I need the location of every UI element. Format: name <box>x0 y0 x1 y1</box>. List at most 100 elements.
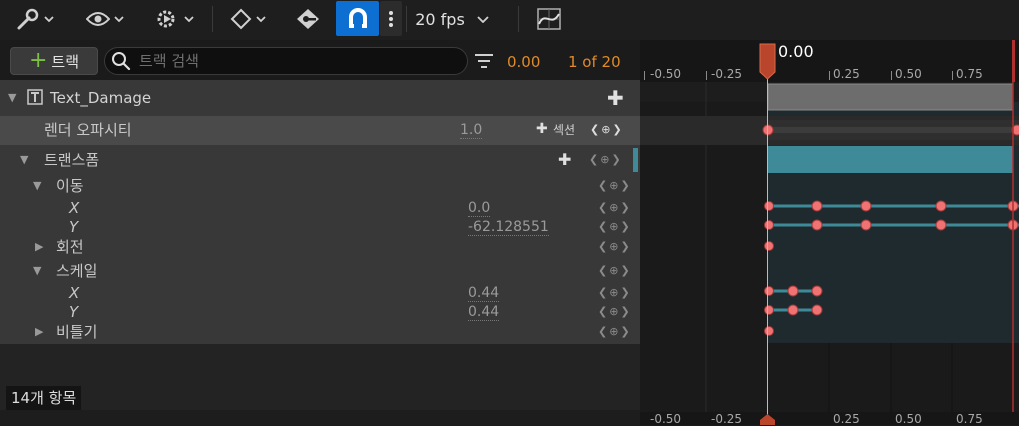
track-label: 트랜스폼 <box>44 151 100 169</box>
chevron-down-icon <box>114 16 124 23</box>
track-tree: ▼ Text_Damage ✚ 렌더 오파시티 1.0 ✚ 섹션 ❮ ⊕ ❯ ▼ 트… <box>0 80 640 344</box>
transform-section-bar <box>768 146 1013 173</box>
timeline-canvas <box>640 40 1019 425</box>
expand-triangle-icon[interactable]: ▼ <box>20 150 28 170</box>
key-nav-controls[interactable]: ❮ ⊕ ❯ <box>589 154 621 166</box>
timeline-area[interactable] <box>640 40 1019 425</box>
frame-rate-dropdown[interactable]: 20 fps <box>412 0 492 38</box>
add-icon[interactable]: ✚ <box>607 88 624 108</box>
add-track-label: 트랙 <box>51 52 80 71</box>
expand-triangle-icon[interactable]: ▶ <box>35 322 43 342</box>
plus-icon: + <box>28 48 48 73</box>
tick-label: -0.50 <box>650 412 682 426</box>
translation-x-value[interactable]: 0.0 <box>468 200 491 217</box>
key-nav-controls[interactable]: ❮ ⊕ ❯ <box>598 241 630 253</box>
search-icon <box>112 52 131 71</box>
add-section-icon[interactable]: ✚ <box>536 119 548 139</box>
wrench-icon <box>17 8 39 30</box>
key-nav-controls[interactable]: ❮ ⊕ ❯ <box>598 221 630 233</box>
track-row-shear[interactable]: ▶ 비틀기 ❮ ⊕ ❯ <box>0 322 640 342</box>
root-section-bar <box>767 83 1014 111</box>
add-section-label[interactable]: 섹션 <box>553 120 575 140</box>
fps-label: 20 fps <box>415 9 465 29</box>
sequencer-toolbar: 20 fps <box>0 0 1019 40</box>
track-row-rotation[interactable]: ▶ 회전 ❮ ⊕ ❯ <box>0 237 640 257</box>
tick-label: 0.50 <box>895 412 922 426</box>
tick <box>706 71 707 80</box>
key-nav-controls[interactable]: ❮ ⊕ ❯ <box>598 306 630 318</box>
track-row-scale-y[interactable]: Y 0.44 ❮ ⊕ ❯ <box>0 302 640 322</box>
chevron-down-icon <box>44 16 54 23</box>
expand-triangle-icon[interactable]: ▼ <box>33 261 41 281</box>
toolbar-separator <box>518 6 519 32</box>
channel-label: Y <box>69 303 79 321</box>
filter-icon[interactable] <box>474 52 494 70</box>
tick-label: 0.75 <box>956 412 983 426</box>
key-nav-controls[interactable]: ❮ ⊕ ❯ <box>598 180 630 192</box>
tick <box>891 71 892 80</box>
view-options-button[interactable] <box>82 0 128 38</box>
tick <box>644 71 645 80</box>
playhead-handle[interactable] <box>758 42 777 80</box>
track-row-scale-x[interactable]: X 0.44 ❮ ⊕ ❯ <box>0 283 640 303</box>
key-nav-controls[interactable]: ❮ ⊕ ❯ <box>590 124 622 136</box>
add-track-button[interactable]: + 트랙 <box>10 47 98 75</box>
curve-editor-icon <box>537 8 561 30</box>
tick-label: 0.75 <box>956 67 983 81</box>
channel-label: X <box>69 199 80 217</box>
channel-label: X <box>69 284 80 302</box>
translation-y-value[interactable]: -62.128551 <box>468 219 549 236</box>
time-ruler[interactable]: -0.50 -0.25 0.25 0.50 0.75 <box>640 40 1019 82</box>
track-search-input[interactable] <box>137 51 461 71</box>
track-row-text-damage[interactable]: ▼ Text_Damage ✚ <box>0 88 640 108</box>
track-row-transform[interactable]: ▼ 트랜스폼 ✚ ❮ ⊕ ❯ <box>0 148 640 172</box>
track-search-box <box>104 47 468 75</box>
scale-x-value[interactable]: 0.44 <box>468 285 500 302</box>
key-icon <box>297 9 319 29</box>
expand-triangle-icon[interactable]: ▼ <box>33 176 41 196</box>
track-row-translation[interactable]: ▼ 이동 ❮ ⊕ ❯ <box>0 176 640 196</box>
playhead-line <box>767 58 768 425</box>
scale-y-value[interactable]: 0.44 <box>468 304 500 321</box>
bottom-time-ruler[interactable]: -0.50 -0.25 0.25 0.50 0.75 <box>640 412 1019 426</box>
eye-icon <box>86 12 110 26</box>
track-label: 비틀기 <box>56 323 98 341</box>
key-nav-controls[interactable]: ❮ ⊕ ❯ <box>598 202 630 214</box>
tools-menu-button[interactable] <box>12 0 58 38</box>
auto-key-button[interactable] <box>290 0 326 38</box>
track-label: 회전 <box>56 238 84 256</box>
diamond-icon <box>230 8 252 30</box>
toolbar-separator <box>212 6 213 32</box>
key-menu-button[interactable] <box>224 0 272 38</box>
snap-toggle-button[interactable] <box>336 1 379 36</box>
current-time-field[interactable]: 0.00 <box>507 53 540 71</box>
track-row-render-opacity[interactable]: 렌더 오파시티 1.0 ✚ 섹션 ❮ ⊕ ❯ <box>0 116 640 145</box>
render-opacity-value[interactable]: 1.0 <box>460 122 483 139</box>
tree-empty-area <box>0 344 640 410</box>
track-label: Text_Damage <box>50 89 152 107</box>
expand-triangle-icon[interactable]: ▼ <box>8 88 16 108</box>
expand-triangle-icon[interactable]: ▶ <box>35 237 43 257</box>
chevron-down-icon <box>477 16 489 23</box>
tick <box>952 71 953 80</box>
item-count-label: 14개 항목 <box>6 386 82 410</box>
key-nav-controls[interactable]: ❮ ⊕ ❯ <box>598 287 630 299</box>
track-row-scale[interactable]: ▼ 스케일 ❮ ⊕ ❯ <box>0 261 640 281</box>
transport-bar <box>0 410 640 425</box>
curve-editor-button[interactable] <box>534 0 564 38</box>
add-icon[interactable]: ✚ <box>558 150 571 170</box>
tick-label: 0.25 <box>833 412 860 426</box>
toolbar-separator <box>406 6 407 32</box>
playback-options-button[interactable] <box>150 0 198 38</box>
track-label: 렌더 오파시티 <box>44 121 132 139</box>
playback-end-marker[interactable] <box>1012 40 1015 82</box>
key-nav-controls[interactable]: ❮ ⊕ ❯ <box>598 326 630 338</box>
track-label: 스케일 <box>56 262 98 280</box>
key-nav-controls[interactable]: ❮ ⊕ ❯ <box>598 265 630 277</box>
track-row-translation-y[interactable]: Y -62.128551 ❮ ⊕ ❯ <box>0 217 640 237</box>
magnet-icon <box>348 7 367 28</box>
playhead-bottom-handle[interactable] <box>758 414 777 425</box>
gear-play-icon <box>157 10 175 28</box>
snap-options-button[interactable] <box>380 1 402 36</box>
track-row-translation-x[interactable]: X 0.0 ❮ ⊕ ❯ <box>0 198 640 218</box>
